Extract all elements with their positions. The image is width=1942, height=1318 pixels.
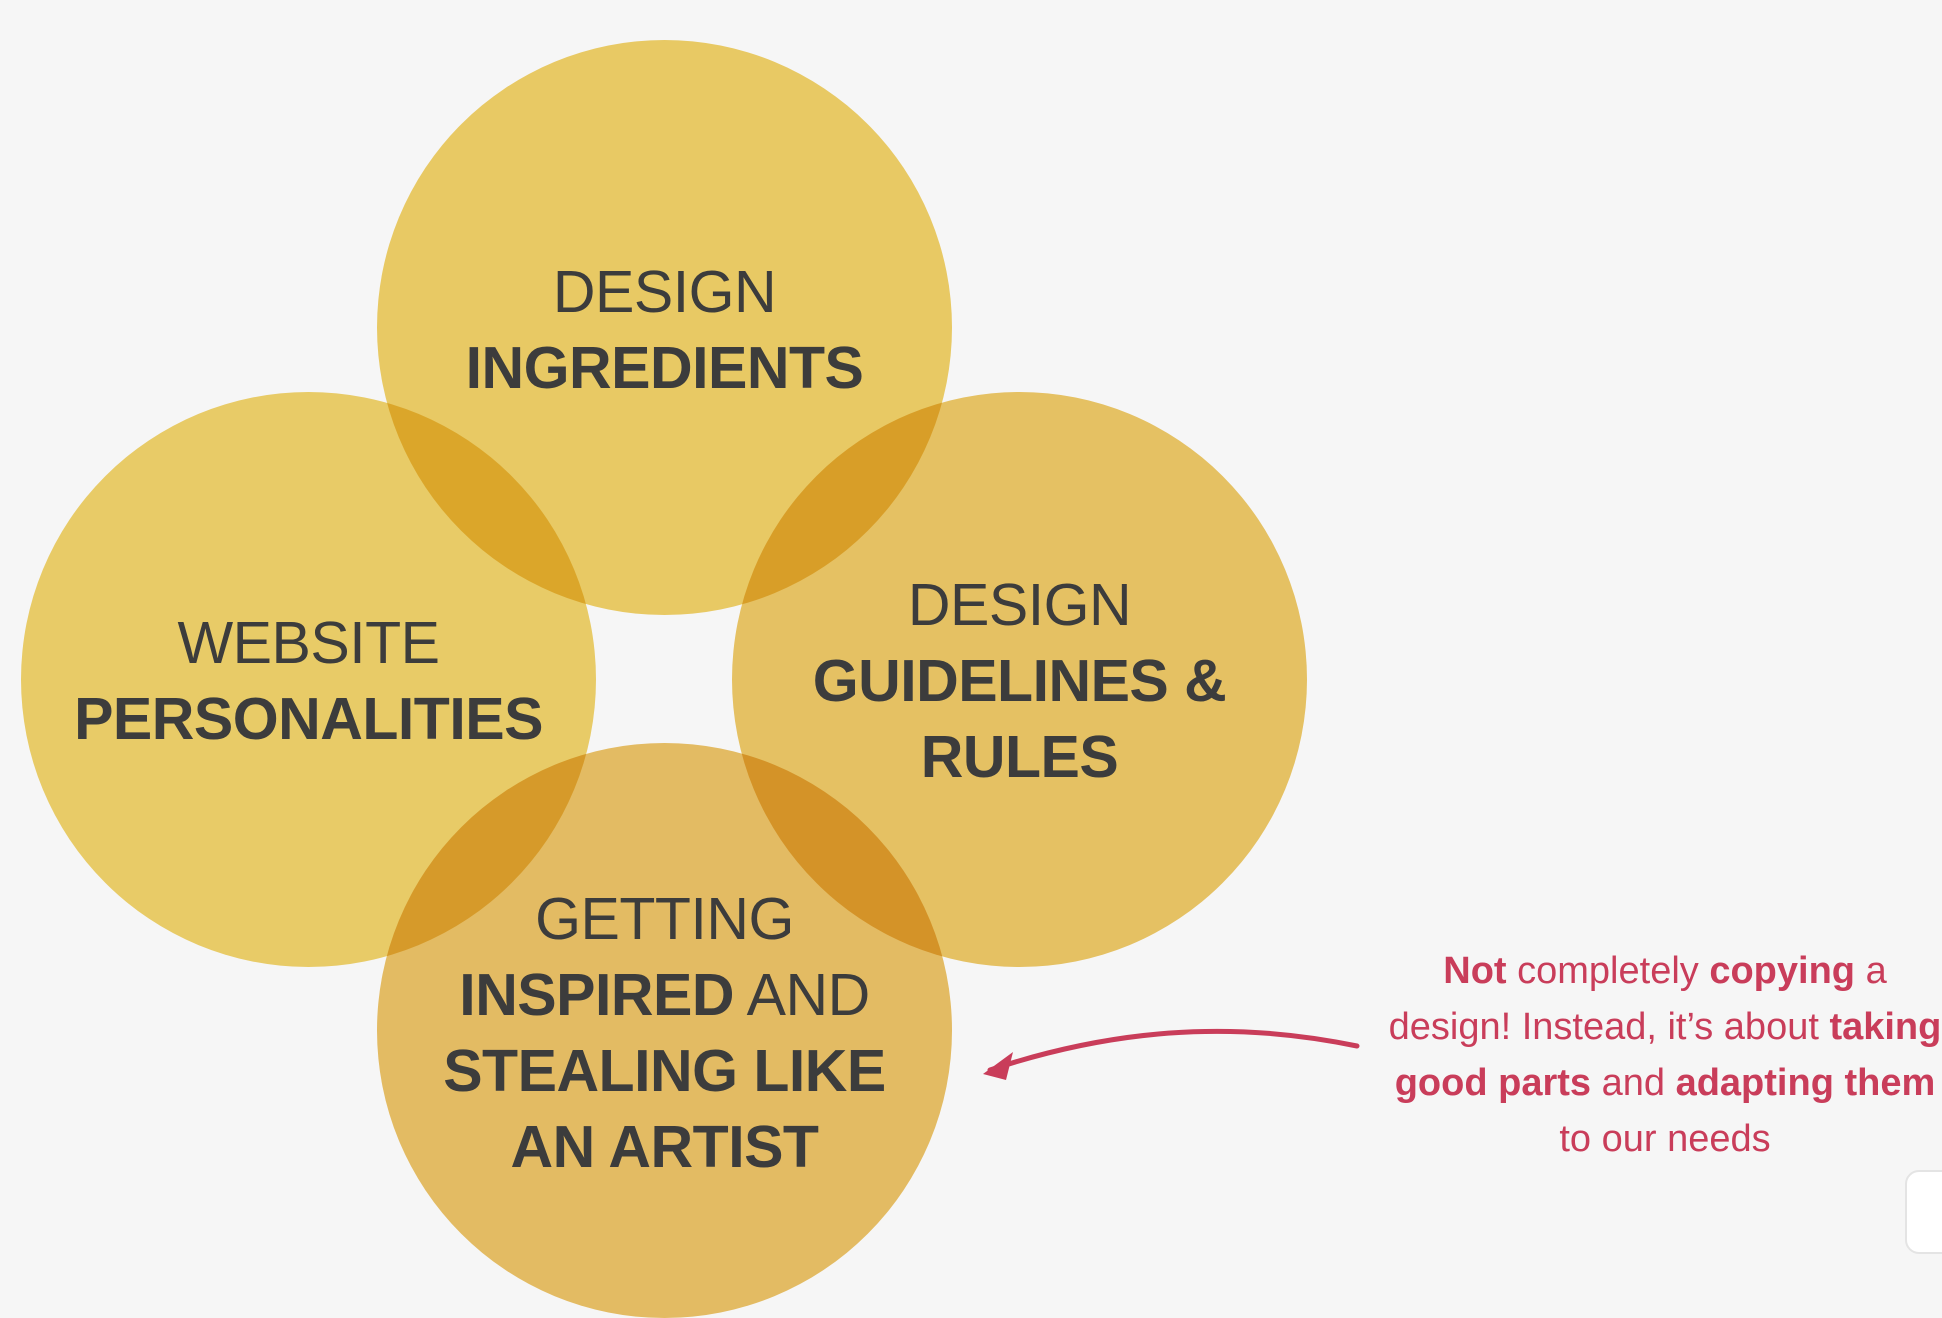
annotation-note: Not completely copying a design! Instead…: [1385, 943, 1942, 1167]
annotation-text: and: [1591, 1062, 1676, 1104]
annotation-strong: adapting them: [1675, 1062, 1936, 1104]
overlay-widget[interactable]: [1905, 1170, 1942, 1254]
venn-diagram: DESIGN INGREDIENTS WEBSITE PERSONALITIES…: [0, 0, 1942, 1318]
annotation-strong: copying: [1709, 950, 1856, 992]
annotation-strong: Not: [1443, 950, 1507, 992]
annotation-text: to our needs: [1559, 1118, 1771, 1160]
annotation-text: completely: [1506, 950, 1710, 992]
